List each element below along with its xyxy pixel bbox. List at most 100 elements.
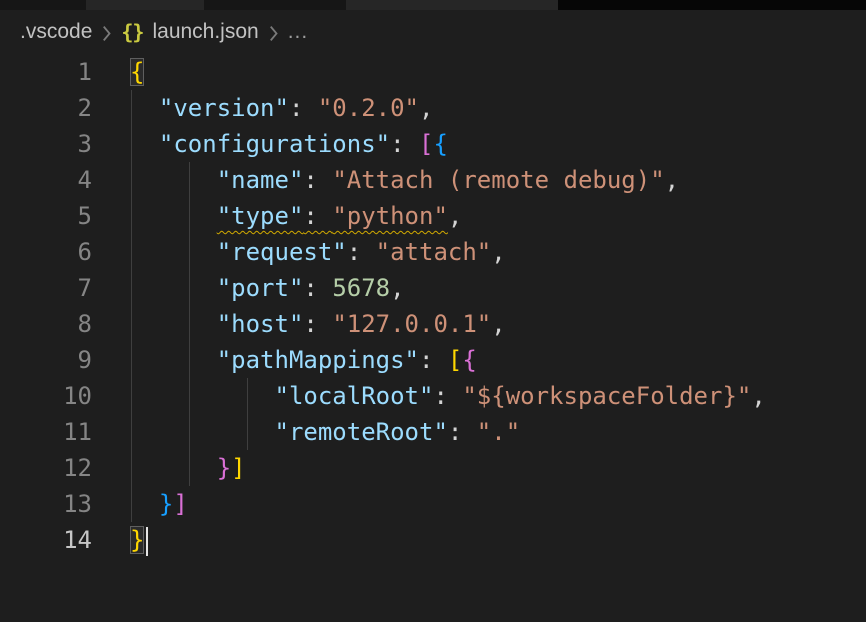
token-key: "localRoot" [275,382,434,410]
token-punct: , [390,274,404,302]
breadcrumb-folder[interactable]: .vscode [20,20,92,44]
token-whitespace [130,238,217,266]
token-b2: [ [419,130,433,158]
code-text: "name": "Attach (remote debug)", [130,162,679,198]
code-line[interactable]: 3 "configurations": [{ [0,126,866,162]
token-key: "name" [217,166,304,194]
token-num: 5678 [332,274,390,302]
token-b3: { [433,130,447,158]
line-number[interactable]: 3 [0,126,92,162]
token-str: "." [477,418,520,446]
line-number[interactable]: 10 [0,378,92,414]
token-key: "configurations" [159,130,390,158]
code-line[interactable]: 6 "request": "attach", [0,234,866,270]
token-str: "python" [332,202,448,230]
token-whitespace [130,454,217,482]
token-b1: } [130,526,144,554]
token-punct: : [303,310,332,338]
line-number[interactable]: 8 [0,306,92,342]
token-key: "type" [217,202,304,230]
line-number[interactable]: 13 [0,486,92,522]
code-line[interactable]: 11 "remoteRoot": "." [0,414,866,450]
token-key: "port" [217,274,304,302]
line-number[interactable]: 6 [0,234,92,270]
line-number[interactable]: 5 [0,198,92,234]
token-b1: ] [231,454,245,482]
token-whitespace [130,490,159,518]
tab-remnant [86,0,204,10]
code-lines[interactable]: 1{2 "version": "0.2.0",3 "configurations… [0,54,866,558]
tab-remnant [346,0,558,10]
token-key: "host" [217,310,304,338]
code-line[interactable]: 13 }] [0,486,866,522]
code-text: "version": "0.2.0", [130,90,433,126]
token-b1: { [130,58,144,86]
line-number[interactable]: 12 [0,450,92,486]
code-text: } [130,522,148,558]
token-key: "request" [217,238,347,266]
code-line[interactable]: 4 "name": "Attach (remote debug)", [0,162,866,198]
token-str: "127.0.0.1" [332,310,491,338]
breadcrumb: .vscode {} launch.json ... [0,10,866,54]
code-line[interactable]: 14} [0,522,866,558]
chevron-right-icon [101,25,112,42]
token-b2: ] [173,490,187,518]
token-key: "version" [159,94,289,122]
token-punct: , [491,238,505,266]
token-whitespace [130,94,159,122]
code-line[interactable]: 8 "host": "127.0.0.1", [0,306,866,342]
token-whitespace [130,346,217,374]
token-punct: : [448,418,477,446]
tab-bar-empty-space [558,0,866,10]
code-line[interactable]: 7 "port": 5678, [0,270,866,306]
token-whitespace [130,130,159,158]
line-number[interactable]: 2 [0,90,92,126]
line-number[interactable]: 9 [0,342,92,378]
token-punct: : [390,130,419,158]
token-whitespace [130,310,217,338]
token-punct: : [347,238,376,266]
token-whitespace [130,202,217,230]
breadcrumb-more[interactable]: ... [288,20,309,44]
token-whitespace [130,418,275,446]
token-b2: { [462,346,476,374]
line-number[interactable]: 4 [0,162,92,198]
token-punct: , [419,94,433,122]
code-text: "remoteRoot": "." [130,414,520,450]
token-whitespace [130,382,275,410]
line-number[interactable]: 11 [0,414,92,450]
code-line[interactable]: 10 "localRoot": "${workspaceFolder}", [0,378,866,414]
token-punct: , [751,382,765,410]
tab-bar-remnant [0,0,866,10]
code-text: "localRoot": "${workspaceFolder}", [130,378,766,414]
token-punct: : [289,94,318,122]
token-punct: , [448,202,462,230]
token-str: "${workspaceFolder}" [462,382,751,410]
token-key: "remoteRoot" [275,418,448,446]
code-text: "pathMappings": [{ [130,342,477,378]
code-text: "type": "python", [130,198,462,234]
code-line[interactable]: 1{ [0,54,866,90]
token-b2: } [217,454,231,482]
token-punct: : [303,202,332,230]
token-whitespace [130,274,217,302]
code-line[interactable]: 5 "type": "python", [0,198,866,234]
code-text: { [130,54,144,90]
code-line[interactable]: 9 "pathMappings": [{ [0,342,866,378]
token-punct: : [303,166,332,194]
token-punct: : [433,382,462,410]
token-punct: : [419,346,448,374]
line-number[interactable]: 7 [0,270,92,306]
token-b1: [ [448,346,462,374]
chevron-right-icon [268,25,279,42]
line-number[interactable]: 1 [0,54,92,90]
code-text: "host": "127.0.0.1", [130,306,506,342]
code-line[interactable]: 2 "version": "0.2.0", [0,90,866,126]
token-whitespace [130,166,217,194]
code-text: }] [130,486,188,522]
line-number[interactable]: 14 [0,522,92,558]
code-text: "request": "attach", [130,234,506,270]
code-line[interactable]: 12 }] [0,450,866,486]
token-punct: , [491,310,505,338]
breadcrumb-file[interactable]: launch.json [152,20,258,44]
